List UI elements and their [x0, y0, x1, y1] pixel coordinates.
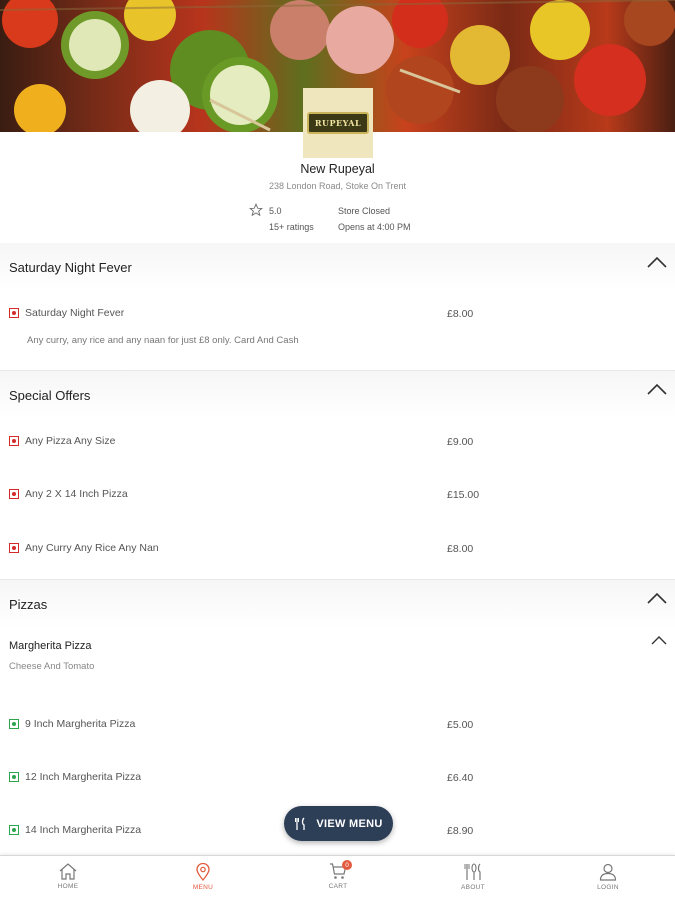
menu-item[interactable]: 12 Inch Margherita Pizza: [9, 771, 141, 783]
item-name: 14 Inch Margherita Pizza: [25, 824, 142, 836]
menu-item[interactable]: Saturday Night Fever: [9, 307, 124, 319]
rating-value: 5.0: [269, 206, 282, 216]
nav-label: HOME: [57, 883, 79, 890]
store-rating: 5.0 15+ ratings: [249, 203, 314, 235]
nonveg-icon: [9, 489, 19, 499]
cart-badge: 0: [342, 860, 352, 870]
item-name: 12 Inch Margherita Pizza: [25, 771, 142, 783]
nav-home[interactable]: HOME: [28, 856, 108, 900]
section-header-pizzas[interactable]: [0, 580, 675, 628]
chevron-up-icon[interactable]: [651, 635, 667, 645]
menu-item[interactable]: 9 Inch Margherita Pizza: [9, 718, 135, 730]
nav-label: ABOUT: [461, 884, 485, 891]
nav-login[interactable]: LOGIN: [568, 856, 648, 900]
item-price: £8.90: [447, 825, 474, 837]
item-name: Any Curry Any Rice Any Nan: [25, 542, 159, 554]
cutlery-icon: [295, 817, 306, 830]
menu-item[interactable]: Any Curry Any Rice Any Nan: [9, 542, 159, 554]
item-name: Any Pizza Any Size: [25, 435, 116, 447]
section-title: Pizzas: [9, 597, 48, 612]
logo-text: RUPEYAL: [314, 118, 362, 128]
item-price: £6.40: [447, 772, 474, 784]
menu-item[interactable]: 14 Inch Margherita Pizza: [9, 824, 141, 836]
item-name: 9 Inch Margherita Pizza: [25, 718, 136, 730]
subsection-description: Cheese And Tomato: [9, 661, 95, 672]
user-icon: [599, 863, 617, 881]
bottom-navigation: HOME MENU 0 CART ABOUT LOGIN: [0, 855, 675, 900]
store-closed-text: Store Closed: [338, 206, 391, 216]
store-name: New Rupeyal: [300, 162, 375, 176]
menu-item[interactable]: Any Pizza Any Size: [9, 435, 115, 447]
section-header-special-offers[interactable]: [0, 371, 675, 419]
view-menu-label: VIEW MENU: [316, 817, 383, 830]
nav-about[interactable]: ABOUT: [433, 856, 513, 900]
subsection-title[interactable]: Margherita Pizza: [9, 640, 92, 652]
store-address: 238 London Road, Stoke On Trent: [268, 181, 407, 191]
cutlery-icon: [464, 863, 481, 880]
location-pin-icon: [196, 863, 210, 881]
chevron-up-icon[interactable]: [647, 383, 667, 395]
item-name: Saturday Night Fever: [25, 307, 125, 319]
item-price: £15.00: [447, 489, 480, 501]
ratings-count: 15+ ratings: [269, 222, 314, 232]
item-description: Any curry, any rice and any naan for jus…: [27, 335, 299, 346]
chevron-up-icon[interactable]: [647, 592, 667, 604]
nav-label: MENU: [192, 884, 214, 891]
chevron-up-icon[interactable]: [647, 256, 667, 268]
veg-icon: [9, 825, 19, 835]
item-price: £8.00: [447, 308, 474, 320]
veg-icon: [9, 719, 19, 729]
nonveg-icon: [9, 543, 19, 553]
item-price: £8.00: [447, 543, 474, 555]
item-price: £5.00: [447, 719, 474, 731]
nav-cart[interactable]: 0 CART: [298, 856, 378, 900]
store-logo: RUPEYAL: [303, 88, 373, 158]
home-icon: [59, 863, 77, 880]
store-status: Store Closed Opens at 4:00 PM: [338, 203, 411, 235]
opens-at-text: Opens at 4:00 PM: [338, 222, 411, 232]
star-icon: [249, 203, 263, 217]
nonveg-icon: [9, 436, 19, 446]
nav-menu[interactable]: MENU: [163, 856, 243, 900]
section-title: Special Offers: [9, 388, 91, 403]
item-price: £9.00: [447, 436, 474, 448]
nav-label: CART: [328, 883, 348, 890]
nonveg-icon: [9, 308, 19, 318]
nav-label: LOGIN: [597, 884, 619, 891]
section-title: Saturday Night Fever: [9, 260, 132, 275]
view-menu-button[interactable]: VIEW MENU: [284, 806, 393, 841]
item-name: Any 2 X 14 Inch Pizza: [25, 488, 128, 500]
veg-icon: [9, 772, 19, 782]
menu-item[interactable]: Any 2 X 14 Inch Pizza: [9, 488, 128, 500]
